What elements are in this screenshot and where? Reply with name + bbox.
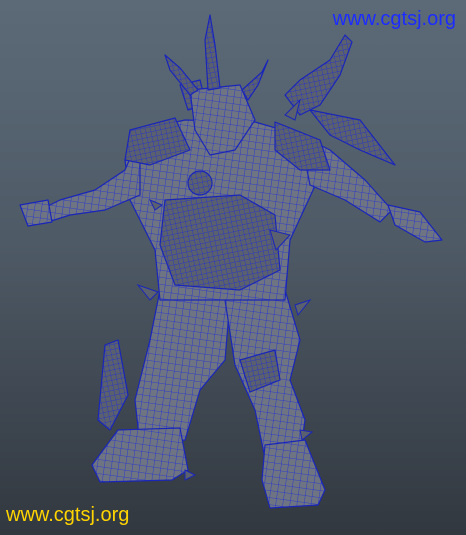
- spike: [294, 298, 312, 317]
- boot-left: [91, 427, 189, 483]
- horn-right: [241, 59, 269, 101]
- warrior-wireframe-model[interactable]: [0, 0, 466, 535]
- arm-left: [39, 134, 141, 223]
- back-weapon: [284, 34, 353, 116]
- hand-right: [387, 204, 443, 243]
- hand-left: [19, 199, 53, 227]
- horn-center: [204, 14, 221, 91]
- leg-left: [134, 289, 231, 446]
- watermark-top: www.cgtsj.org: [332, 8, 456, 30]
- spike: [184, 469, 197, 481]
- watermark-bottom: www.cgtsj.org: [6, 504, 130, 526]
- boot-right: [261, 439, 326, 509]
- knee-shield-left: [97, 339, 129, 431]
- spike: [136, 283, 159, 301]
- chest-medallion: [187, 170, 213, 196]
- spike: [299, 429, 314, 441]
- maya-viewport[interactable]: www.cgtsj.org www.cgtsj.org: [0, 0, 466, 535]
- belly-plate: [159, 194, 281, 291]
